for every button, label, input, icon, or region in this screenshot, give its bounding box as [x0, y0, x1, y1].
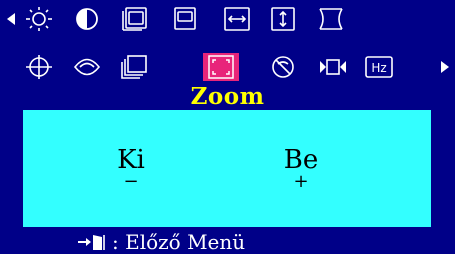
menu-title: Zoom	[190, 83, 265, 110]
svg-text:Hz: Hz	[371, 61, 386, 75]
video-input-icon[interactable]	[318, 54, 348, 80]
osd-menu: Hz Zoom Ki − Be + : Előző Menü	[0, 0, 455, 254]
triangle-right-icon[interactable]	[440, 60, 450, 74]
zoom-in-plus: +	[293, 171, 309, 192]
zoom-in-label[interactable]: Be	[271, 146, 331, 174]
h-size-icon[interactable]	[222, 6, 252, 32]
geometry-icon[interactable]	[24, 54, 54, 80]
contrast-icon[interactable]	[72, 6, 102, 32]
footer-back-hint[interactable]: : Előző Menü	[76, 230, 246, 254]
moire-icon[interactable]	[268, 54, 298, 80]
triangle-left-icon[interactable]	[6, 12, 16, 26]
degauss-icon[interactable]	[72, 54, 102, 80]
pincushion-icon[interactable]	[316, 6, 346, 32]
zoom-out-label[interactable]: Ki	[101, 146, 161, 174]
zoom-out-minus: −	[123, 171, 139, 192]
refresh-rate-icon[interactable]: Hz	[364, 54, 394, 80]
footer-text: : Előző Menü	[112, 230, 246, 254]
trapezoid-icon[interactable]	[120, 54, 150, 80]
zoom-option-panel: Ki − Be +	[23, 110, 431, 227]
v-position-icon[interactable]	[170, 6, 200, 32]
zoom-icon[interactable]	[206, 54, 236, 80]
exit-door-icon	[76, 233, 106, 251]
brightness-icon[interactable]	[24, 6, 54, 32]
h-position-icon[interactable]	[120, 6, 150, 32]
v-size-icon[interactable]	[268, 6, 298, 32]
